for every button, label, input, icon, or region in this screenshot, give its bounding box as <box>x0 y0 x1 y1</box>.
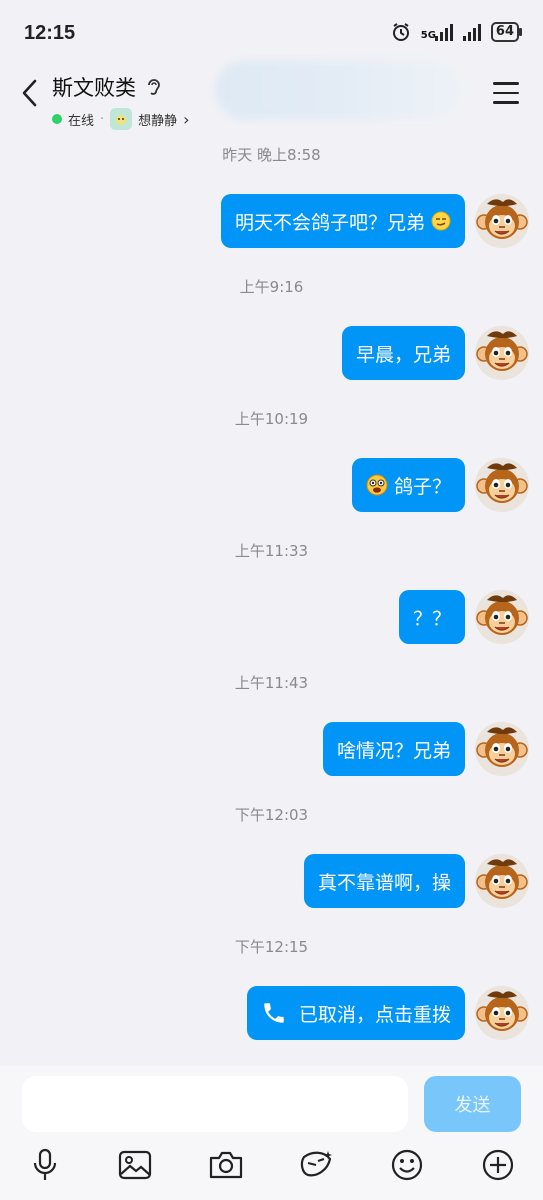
message-row: 鸽子？ <box>351 458 529 512</box>
chat-header: 斯文败类 在线 · 想静静 › <box>0 60 543 130</box>
battery-indicator: 64 <box>490 22 523 42</box>
separator: · <box>100 111 105 127</box>
alarm-icon <box>392 23 409 41</box>
signal-icon-2 <box>462 23 481 41</box>
timestamp: 上午10:19 <box>234 410 309 428</box>
message-text: 真不靠谱啊，操 <box>317 871 451 894</box>
composer-toolbar <box>0 1146 543 1186</box>
status-text: 想静静 <box>138 113 178 129</box>
message-text: 已取消，点击重拨 <box>298 1003 451 1026</box>
menu-icon[interactable] <box>493 82 519 104</box>
message-row: 明天不会鸽子吧？兄弟 <box>220 194 529 248</box>
avatar[interactable] <box>475 590 529 644</box>
mic-icon[interactable] <box>26 1146 64 1184</box>
back-icon[interactable] <box>18 78 42 108</box>
timestamp: 上午11:33 <box>234 542 309 560</box>
avatar[interactable] <box>475 986 529 1040</box>
composer: 发送 <box>0 1066 543 1200</box>
ear-icon <box>148 79 160 95</box>
message-bubble[interactable]: 早晨，兄弟 <box>341 326 465 380</box>
signal-icon <box>434 23 453 41</box>
message-text: 明天不会鸽子吧？兄弟 <box>234 211 425 234</box>
message-list[interactable]: 昨天 晚上8:58 明天不会鸽子吧？兄弟 上午9:16 早晨，兄弟 上午10:1… <box>0 128 543 1066</box>
message-bubble[interactable]: ？？ <box>398 590 465 644</box>
emoji-icon[interactable] <box>388 1146 426 1184</box>
contact-name: 斯文败类 <box>52 76 136 100</box>
avatar[interactable] <box>475 854 529 908</box>
status-chevron: › <box>183 109 190 129</box>
avatar[interactable] <box>475 326 529 380</box>
avatar[interactable] <box>475 194 529 248</box>
shocked-emoji-icon <box>366 474 388 496</box>
online-dot <box>52 114 62 124</box>
message-bubble[interactable]: 真不靠谱啊，操 <box>303 854 465 908</box>
timestamp: 上午9:16 <box>239 278 304 296</box>
message-row: 啥情况？兄弟 <box>322 722 529 776</box>
status-time: 12:15 <box>24 22 76 44</box>
network-label: 5G <box>420 30 436 41</box>
status-bar: 12:15 5G 64 <box>0 0 543 68</box>
message-bubble[interactable]: 啥情况？兄弟 <box>322 722 465 776</box>
call-redial-bubble[interactable]: 已取消，点击重拨 <box>246 986 465 1040</box>
plus-icon[interactable] <box>479 1146 517 1184</box>
message-text: ？？ <box>412 607 451 630</box>
message-text: 早晨，兄弟 <box>355 343 451 366</box>
status-icons: 5G 64 <box>391 22 523 42</box>
timestamp: 昨天 晚上8:58 <box>222 146 321 164</box>
blurred-banner <box>215 60 465 120</box>
message-bubble[interactable]: 明天不会鸽子吧？兄弟 <box>220 194 465 248</box>
timestamp: 下午12:15 <box>234 938 309 956</box>
avatar[interactable] <box>475 458 529 512</box>
message-text: 啥情况？兄弟 <box>336 739 451 762</box>
contact-info[interactable]: 斯文败类 在线 · 想静静 › <box>52 72 190 130</box>
smirk-emoji-icon <box>431 211 451 231</box>
status-sticker-icon <box>110 108 133 130</box>
timestamp: 下午12:03 <box>234 806 309 824</box>
phone-icon <box>264 1003 284 1023</box>
message-row: 已取消，点击重拨 <box>246 986 529 1040</box>
avatar[interactable] <box>475 722 529 776</box>
message-input[interactable] <box>22 1076 408 1132</box>
send-button[interactable]: 发送 <box>424 1076 521 1132</box>
message-row: 早晨，兄弟 <box>341 326 529 380</box>
sticker-icon[interactable] <box>297 1146 335 1184</box>
image-icon[interactable] <box>116 1146 154 1184</box>
message-bubble[interactable]: 鸽子？ <box>351 458 465 512</box>
message-row: ？？ <box>398 590 529 644</box>
timestamp: 上午11:43 <box>234 674 309 692</box>
message-text: 鸽子？ <box>393 475 451 498</box>
camera-icon[interactable] <box>207 1146 245 1184</box>
message-row: 真不靠谱啊，操 <box>303 854 529 908</box>
online-text: 在线 <box>68 113 95 129</box>
